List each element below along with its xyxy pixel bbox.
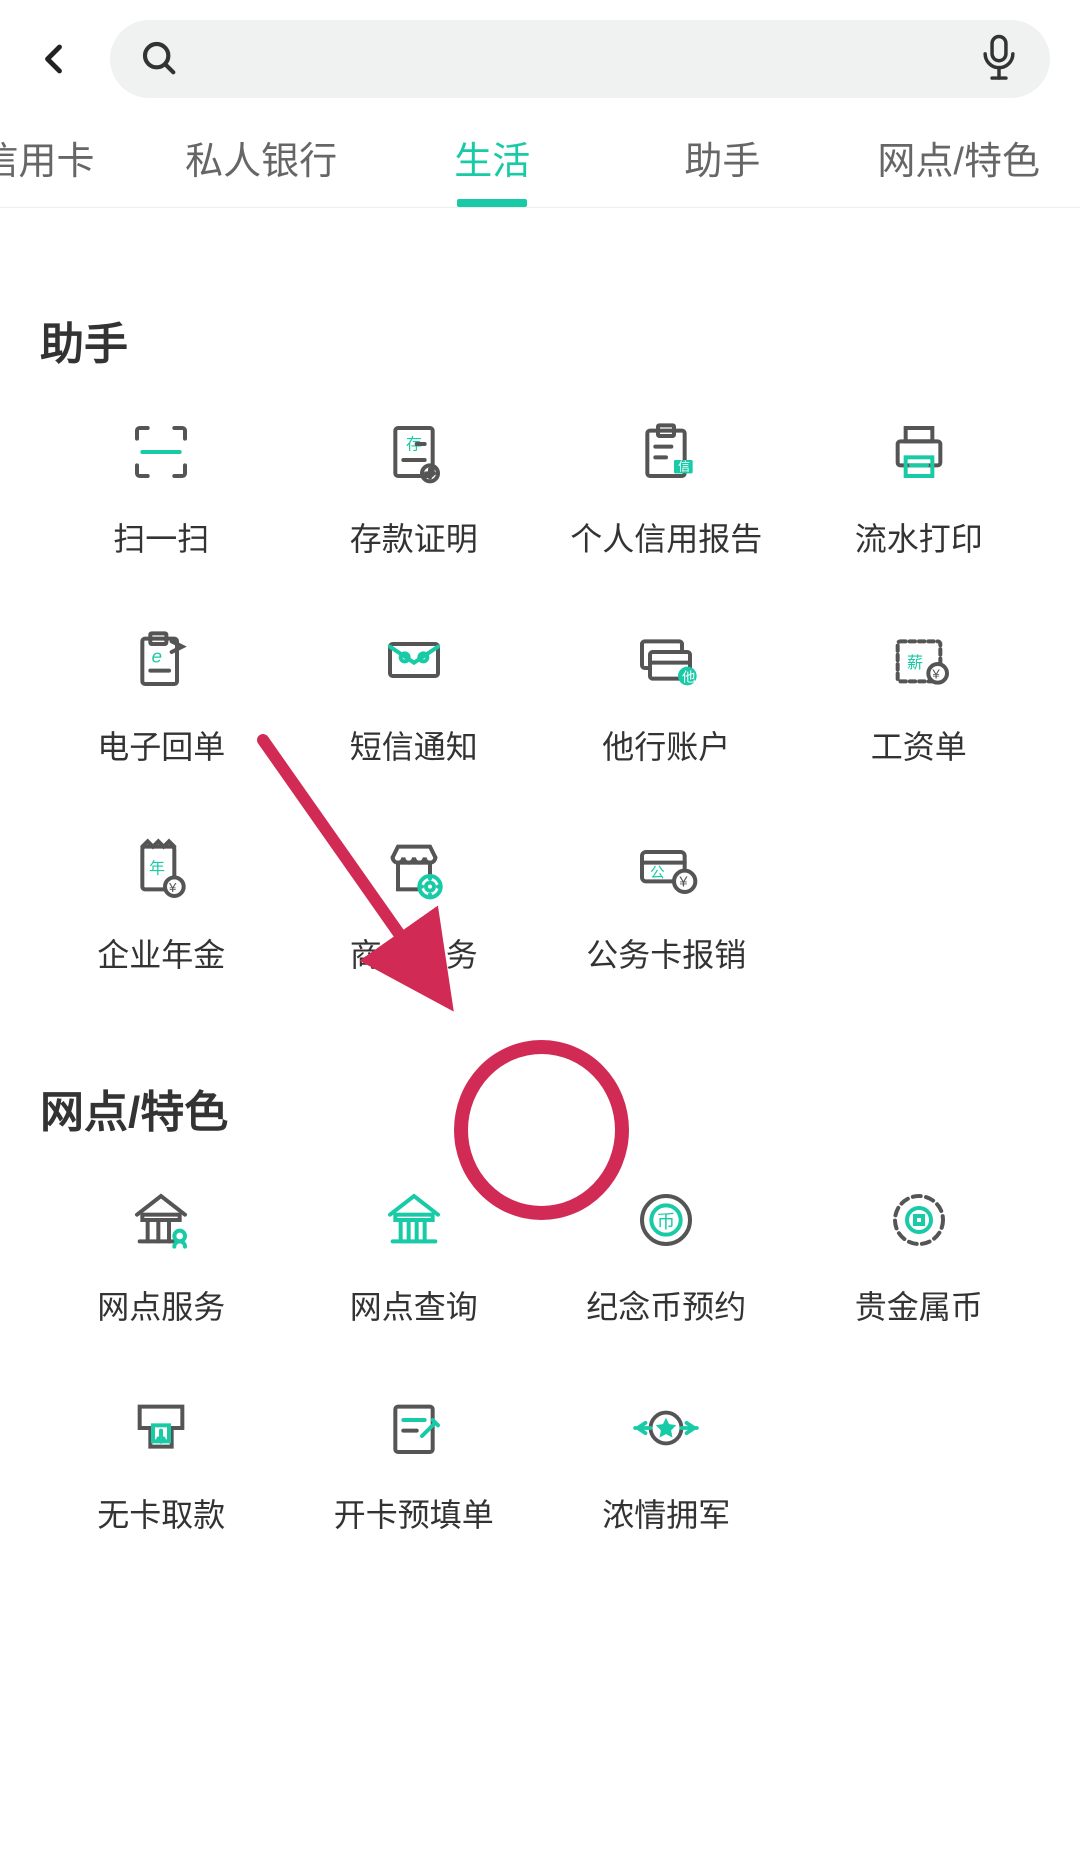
item-label: 流水打印 (855, 514, 983, 560)
merchant-icon (374, 828, 454, 908)
e-receipt-icon: e (121, 620, 201, 700)
item-e-receipt[interactable]: e 电子回单 (40, 620, 283, 768)
military-icon (626, 1388, 706, 1468)
item-label: 个人信用报告 (570, 514, 762, 560)
sms-icon (374, 620, 454, 700)
tab-private-bank[interactable]: 私人银行 (145, 108, 377, 207)
item-cardless-atm[interactable]: 无卡取款 (40, 1388, 283, 1536)
item-sms[interactable]: 短信通知 (293, 620, 536, 768)
grid-assistant: 扫一扫 存 存款证明 信 个人信用报告 流水打印 e 电子回单 (40, 412, 1040, 976)
tab-label: 信用卡 (0, 130, 95, 185)
item-label: 短信通知 (350, 722, 478, 768)
svg-text:公: 公 (650, 865, 665, 881)
item-label: 无卡取款 (97, 1490, 225, 1536)
item-other-bank[interactable]: 他 他行账户 (545, 620, 788, 768)
section-assistant: 助手 扫一扫 存 存款证明 信 个人信用报告 流水打印 (0, 208, 1080, 976)
item-merchant[interactable]: 商户服务 (293, 828, 536, 976)
item-label: 浓情拥军 (602, 1490, 730, 1536)
svg-text:信: 信 (678, 460, 690, 474)
tab-bar: 信用卡 私人银行 生活 助手 网点/特色 (0, 108, 1080, 208)
section-title: 助手 (40, 308, 1040, 372)
item-label: 存款证明 (350, 514, 478, 560)
svg-text:币: 币 (657, 1211, 676, 1232)
official-card-icon: 公¥ (626, 828, 706, 908)
tab-label: 网点/特色 (877, 130, 1040, 185)
item-preform[interactable]: 开卡预填单 (293, 1388, 536, 1536)
search-bar[interactable] (110, 20, 1050, 98)
item-official-card[interactable]: 公¥ 公务卡报销 (545, 828, 788, 976)
cardless-atm-icon (121, 1388, 201, 1468)
item-annuity[interactable]: 年¥ 企业年金 (40, 828, 283, 976)
scan-icon (121, 412, 201, 492)
print-icon (879, 412, 959, 492)
tab-assistant[interactable]: 助手 (607, 108, 837, 207)
item-credit-report[interactable]: 信 个人信用报告 (545, 412, 788, 560)
tab-branches[interactable]: 网点/特色 (837, 108, 1080, 207)
item-deposit-cert[interactable]: 存 存款证明 (293, 412, 536, 560)
precious-metal-icon (879, 1180, 959, 1260)
grid-branches: 网点服务 网点查询 币 纪念币预约 贵金属币 无卡取款 (40, 1180, 1040, 1536)
branch-service-icon (121, 1180, 201, 1260)
item-label: 企业年金 (97, 930, 225, 976)
payroll-icon: 薪¥ (879, 620, 959, 700)
item-label: 工资单 (871, 722, 967, 768)
back-button[interactable] (30, 34, 80, 84)
branch-query-icon (374, 1180, 454, 1260)
item-label: 商户服务 (350, 930, 478, 976)
microphone-icon[interactable] (978, 33, 1020, 85)
tab-credit-card[interactable]: 信用卡 (0, 108, 145, 207)
item-label: 网点查询 (350, 1282, 478, 1328)
item-payroll[interactable]: 薪¥ 工资单 (798, 620, 1041, 768)
svg-text:他: 他 (682, 669, 695, 684)
search-icon (140, 39, 180, 79)
back-icon (37, 41, 73, 77)
deposit-cert-icon: 存 (374, 412, 454, 492)
item-label: 纪念币预约 (586, 1282, 746, 1328)
svg-text:¥: ¥ (679, 875, 689, 891)
svg-text:¥: ¥ (931, 667, 940, 682)
item-label: 电子回单 (97, 722, 225, 768)
other-bank-icon: 他 (626, 620, 706, 700)
credit-report-icon: 信 (626, 412, 706, 492)
item-branch-service[interactable]: 网点服务 (40, 1180, 283, 1328)
item-precious-metal[interactable]: 贵金属币 (798, 1180, 1041, 1328)
item-label: 他行账户 (602, 722, 730, 768)
annuity-icon: 年¥ (121, 828, 201, 908)
coin-reserve-icon: 币 (626, 1180, 706, 1260)
item-label: 扫一扫 (113, 514, 209, 560)
item-print[interactable]: 流水打印 (798, 412, 1041, 560)
header-bar (0, 0, 1080, 108)
svg-text:年: 年 (149, 859, 165, 877)
item-scan[interactable]: 扫一扫 (40, 412, 283, 560)
preform-icon (374, 1388, 454, 1468)
item-label: 贵金属币 (855, 1282, 983, 1328)
tab-label: 私人银行 (185, 130, 337, 185)
tab-life[interactable]: 生活 (377, 108, 607, 207)
item-label: 网点服务 (97, 1282, 225, 1328)
item-label: 开卡预填单 (334, 1490, 494, 1536)
item-military[interactable]: 浓情拥军 (545, 1388, 788, 1536)
svg-text:e: e (152, 646, 162, 667)
item-label: 公务卡报销 (586, 930, 746, 976)
svg-text:薪: 薪 (907, 654, 923, 672)
tab-label: 助手 (684, 130, 760, 185)
svg-text:¥: ¥ (168, 880, 177, 895)
annotation-circle (454, 1040, 629, 1220)
tab-label: 生活 (454, 130, 530, 185)
